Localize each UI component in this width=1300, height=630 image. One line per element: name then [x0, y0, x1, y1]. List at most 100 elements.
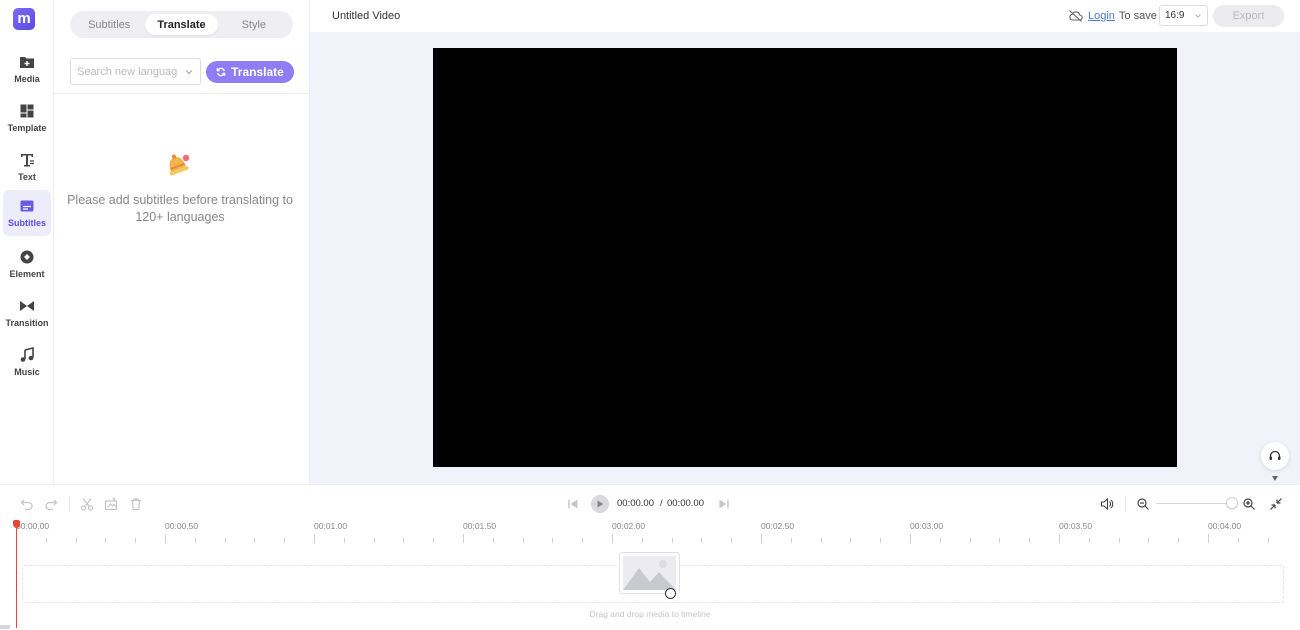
translate-panel: Subtitles Translate Style Translate Plea…	[54, 0, 310, 484]
ruler-tick	[403, 538, 404, 543]
chevron-down-icon	[1195, 13, 1201, 18]
app-logo[interactable]: m	[13, 8, 35, 30]
tab-translate[interactable]: Translate	[145, 14, 218, 35]
ruler-label: 00:03.50	[1059, 521, 1093, 531]
ruler-tick	[910, 534, 911, 543]
ruler-tick	[1268, 538, 1269, 543]
redo-button[interactable]	[43, 496, 59, 512]
ruler-label: 00:00.00	[16, 521, 50, 531]
ruler-tick	[46, 538, 47, 543]
ruler-tick	[672, 538, 673, 543]
export-button[interactable]: Export	[1213, 5, 1284, 27]
ruler-label: 00:00.50	[165, 521, 199, 531]
text-tool-icon	[21, 154, 34, 167]
crop-button[interactable]	[103, 496, 119, 512]
playhead-handle[interactable]	[13, 520, 20, 528]
scrollbar-stub[interactable]	[0, 625, 10, 629]
ruler-tick	[165, 534, 166, 543]
bell-icon	[169, 154, 190, 176]
ruler-tick	[374, 538, 375, 543]
redo-icon	[45, 499, 58, 511]
ruler-tick	[225, 538, 226, 543]
tab-style[interactable]: Style	[218, 14, 290, 35]
language-select[interactable]	[70, 58, 201, 85]
tab-subtitles[interactable]: Subtitles	[73, 14, 145, 35]
music-note-icon	[20, 347, 34, 362]
shapes-icon	[20, 250, 34, 264]
ruler-tick	[791, 538, 792, 543]
folder-plus-icon	[20, 57, 34, 68]
ruler-tick	[1029, 538, 1030, 543]
play-icon	[597, 500, 604, 508]
nav-item-transition[interactable]: Transition	[3, 290, 51, 336]
login-link[interactable]: Login	[1088, 10, 1115, 22]
zoom-slider-handle[interactable]	[1226, 497, 1238, 509]
playhead[interactable]	[16, 522, 17, 628]
ruler-label: 00:02.00	[612, 521, 646, 531]
undo-button[interactable]	[19, 496, 35, 512]
grid-icon	[20, 104, 34, 118]
nav-item-text[interactable]: Text	[3, 144, 51, 190]
skip-forward-icon	[719, 499, 729, 509]
crop-icon	[104, 497, 118, 511]
ruler-tick	[1238, 538, 1239, 543]
nav-item-element[interactable]: Element	[3, 241, 51, 287]
ruler-tick	[1089, 538, 1090, 543]
total-time: 00:00.00	[667, 498, 704, 509]
video-canvas[interactable]	[433, 48, 1177, 467]
language-search-input[interactable]	[77, 65, 177, 78]
save-status: Login To save	[1068, 9, 1157, 23]
nav-item-label: Music	[14, 367, 40, 377]
ruler-label: 00:01.50	[463, 521, 497, 531]
zoom-in-icon	[1243, 498, 1255, 510]
zoom-out-button[interactable]	[1135, 496, 1151, 512]
ruler-tick	[552, 538, 553, 543]
nav-item-label: Element	[9, 269, 45, 279]
image-placeholder-icon	[623, 556, 676, 590]
ruler-tick	[1208, 534, 1209, 543]
split-button[interactable]	[79, 496, 95, 512]
ruler-tick	[76, 538, 77, 543]
collapse-timeline-button[interactable]	[1268, 496, 1284, 512]
ruler-tick	[433, 538, 434, 543]
save-hint-text: To save	[1118, 10, 1157, 22]
aspect-ratio-select[interactable]: 16:9	[1159, 5, 1208, 26]
play-button[interactable]	[591, 495, 609, 513]
skip-forward-button[interactable]	[716, 496, 732, 512]
skip-back-button[interactable]	[565, 496, 581, 512]
nav-item-music[interactable]: Music	[3, 339, 51, 385]
empty-state-message: Please add subtitles before translating …	[67, 193, 293, 224]
ruler-tick	[135, 538, 136, 543]
nav-item-media[interactable]: Media	[3, 46, 51, 92]
delete-button[interactable]	[128, 496, 144, 512]
caret-down-icon	[1272, 476, 1278, 481]
ruler-tick	[940, 538, 941, 543]
help-button[interactable]	[1261, 442, 1289, 470]
timeline-ruler[interactable]: 00:00.00 00:00.50 00:01.00 00:01.50 00:0…	[0, 521, 1300, 543]
refresh-icon	[216, 67, 226, 77]
nav-item-label: Transition	[5, 318, 49, 328]
nav-item-subtitles[interactable]: Subtitles	[3, 190, 51, 236]
ruler-tick	[344, 538, 345, 543]
translate-button[interactable]: Translate	[206, 61, 294, 83]
ruler-tick	[284, 538, 285, 543]
nav-item-template[interactable]: Template	[3, 95, 51, 141]
translate-button-label: Translate	[231, 65, 284, 79]
zoom-in-button[interactable]	[1241, 496, 1257, 512]
ruler-tick	[999, 538, 1000, 543]
nav-item-label: Subtitles	[7, 218, 46, 228]
ruler-tick	[761, 534, 762, 543]
ruler-tick	[821, 538, 822, 543]
ruler-tick	[642, 538, 643, 543]
ruler-tick	[731, 538, 732, 543]
ruler-tick	[850, 538, 851, 543]
ruler-tick	[493, 538, 494, 543]
zoom-slider-track[interactable]	[1156, 503, 1232, 504]
panel-tabs: Subtitles Translate Style	[70, 11, 293, 38]
subtitles-icon	[20, 200, 34, 212]
volume-button[interactable]	[1099, 496, 1115, 512]
project-title[interactable]: Untitled Video	[332, 10, 400, 22]
toolbar-divider	[69, 497, 70, 511]
delete-icon	[131, 498, 141, 511]
ruler-tick	[523, 538, 524, 543]
